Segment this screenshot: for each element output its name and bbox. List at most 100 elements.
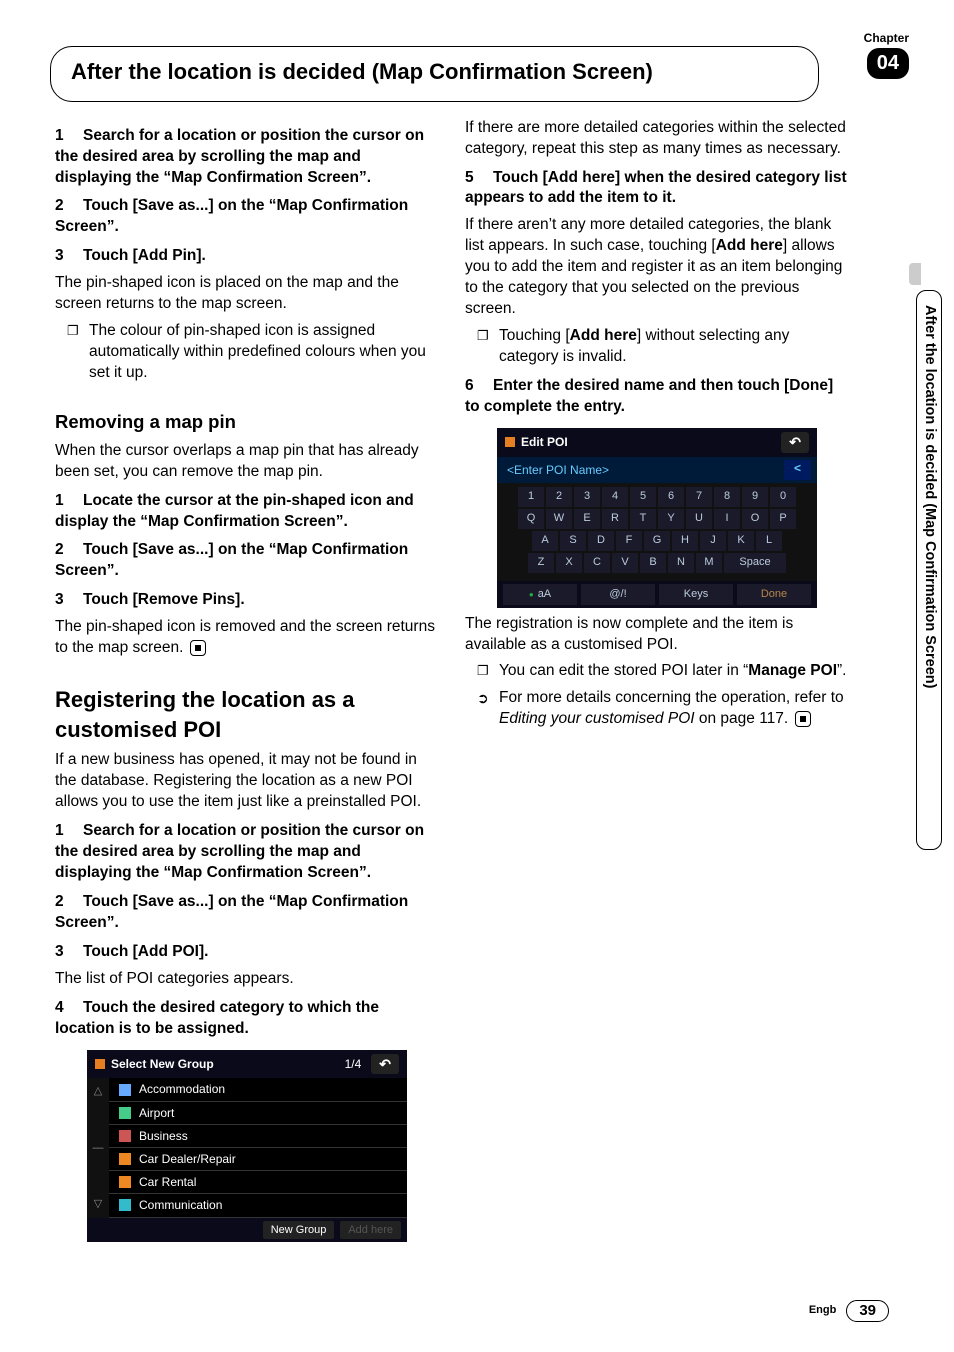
key-Z[interactable]: Z <box>528 553 554 573</box>
app-icon <box>505 437 515 447</box>
done-button[interactable]: Done <box>737 584 811 605</box>
chapter-number-badge: 04 <box>867 48 909 79</box>
remove-step-3-body: The pin-shaped icon is removed and the s… <box>55 617 439 659</box>
key-8[interactable]: 8 <box>714 487 740 507</box>
chapter-label: Chapter 04 <box>864 30 909 79</box>
key-U[interactable]: U <box>686 509 712 529</box>
key-space[interactable]: Space <box>724 553 786 573</box>
reg-step-3-body: The list of POI categories appears. <box>55 969 439 990</box>
key-X[interactable]: X <box>556 553 582 573</box>
keyboard: 1234567890 QWERTYUIOP ASDFGHJKL ZXCVBNMS… <box>497 483 817 581</box>
key-G[interactable]: G <box>644 531 670 551</box>
reg-step-5-body: If there aren’t any more detailed catego… <box>465 215 849 320</box>
kbd-row-1: QWERTYUIOP <box>503 509 811 529</box>
poi-name-input[interactable]: <Enter POI Name> <box>503 460 784 480</box>
key-Y[interactable]: Y <box>658 509 684 529</box>
list-item[interactable]: Car Dealer/Repair <box>109 1148 407 1171</box>
key-S[interactable]: S <box>560 531 586 551</box>
key-6[interactable]: 6 <box>658 487 684 507</box>
heading-removing-pin: Removing a map pin <box>55 410 439 435</box>
reg-step-2: 2Touch [Save as...] on the “Map Confirma… <box>55 892 439 934</box>
key-O[interactable]: O <box>742 509 768 529</box>
new-group-button[interactable]: New Group <box>263 1221 335 1240</box>
key-9[interactable]: 9 <box>742 487 768 507</box>
kbd-row-3: ZXCVBNMSpace <box>503 553 811 573</box>
list-item[interactable]: Airport <box>109 1102 407 1125</box>
back-icon[interactable]: ↶ <box>371 1054 399 1075</box>
back-icon[interactable]: ↶ <box>781 432 809 453</box>
scroll-rail[interactable]: △ — ▽ <box>87 1078 109 1217</box>
after-fig2-text: The registration is now complete and the… <box>465 614 849 656</box>
key-C[interactable]: C <box>584 553 610 573</box>
key-N[interactable]: N <box>668 553 694 573</box>
key-2[interactable]: 2 <box>546 487 572 507</box>
side-tab: After the location is decided (Map Confi… <box>916 290 942 850</box>
key-J[interactable]: J <box>700 531 726 551</box>
reg-step-4: 4Touch the desired category to which the… <box>55 998 439 1040</box>
key-0[interactable]: 0 <box>770 487 796 507</box>
key-I[interactable]: I <box>714 509 740 529</box>
after-fig1-text: If there are more detailed categories wi… <box>465 118 849 160</box>
list-item[interactable]: Communication <box>109 1194 407 1217</box>
heading-register-poi: Registering the location as a customised… <box>55 685 439 744</box>
key-5[interactable]: 5 <box>630 487 656 507</box>
list-item[interactable]: Business <box>109 1125 407 1148</box>
key-K[interactable]: K <box>728 531 754 551</box>
step-1: 1Search for a location or position the c… <box>55 126 439 189</box>
kbd-row-2: ASDFGHJKL <box>503 531 811 551</box>
key-E[interactable]: E <box>574 509 600 529</box>
case-button[interactable]: aA <box>503 584 577 605</box>
page-number: 39 <box>846 1300 889 1322</box>
fig1-page: 1/4 <box>345 1056 362 1072</box>
section-title-box: After the location is decided (Map Confi… <box>50 46 819 102</box>
list-item[interactable]: Accommodation <box>109 1078 407 1101</box>
kbd-row-0: 1234567890 <box>503 487 811 507</box>
key-L[interactable]: L <box>756 531 782 551</box>
remove-step-2: 2Touch [Save as...] on the “Map Confirma… <box>55 540 439 582</box>
fig2-title: Edit POI <box>521 434 781 450</box>
key-4[interactable]: 4 <box>602 487 628 507</box>
reg-step-5: 5Touch [Add here] when the desired categ… <box>465 168 849 210</box>
step-3-note: The colour of pin-shaped icon is assigne… <box>89 321 439 384</box>
key-V[interactable]: V <box>612 553 638 573</box>
step-3-body: The pin-shaped icon is placed on the map… <box>55 273 439 315</box>
end-icon <box>190 640 206 656</box>
reference-note: For more details concerning the operatio… <box>499 688 849 730</box>
language-code: Engb <box>809 1303 837 1318</box>
remove-step-1: 1Locate the cursor at the pin-shaped ico… <box>55 491 439 533</box>
key-A[interactable]: A <box>532 531 558 551</box>
chapter-word: Chapter <box>864 30 909 46</box>
key-P[interactable]: P <box>770 509 796 529</box>
key-D[interactable]: D <box>588 531 614 551</box>
key-1[interactable]: 1 <box>518 487 544 507</box>
manage-poi-note: You can edit the stored POI later in “Ma… <box>499 661 849 682</box>
key-M[interactable]: M <box>696 553 722 573</box>
symbols-button[interactable]: @/! <box>581 584 655 605</box>
figure-edit-poi: Edit POI ↶ <Enter POI Name> < 1234567890… <box>497 428 817 608</box>
list-item[interactable]: Car Rental <box>109 1171 407 1194</box>
key-7[interactable]: 7 <box>686 487 712 507</box>
remove-step-3: 3Touch [Remove Pins]. <box>55 590 439 611</box>
key-B[interactable]: B <box>640 553 666 573</box>
backspace-button[interactable]: < <box>784 460 811 480</box>
key-W[interactable]: W <box>546 509 572 529</box>
page-footer: Engb 39 <box>809 1300 889 1322</box>
key-H[interactable]: H <box>672 531 698 551</box>
category-list: Accommodation Airport Business Car Deale… <box>109 1078 407 1217</box>
key-Q[interactable]: Q <box>518 509 544 529</box>
reg-step-5-note: Touching [Add here] without selecting an… <box>499 326 849 368</box>
reg-step-1: 1Search for a location or position the c… <box>55 821 439 884</box>
app-icon <box>95 1059 105 1069</box>
key-T[interactable]: T <box>630 509 656 529</box>
key-R[interactable]: R <box>602 509 628 529</box>
scroll-down-icon[interactable]: ▽ <box>94 1197 102 1212</box>
key-F[interactable]: F <box>616 531 642 551</box>
section-title: After the location is decided (Map Confi… <box>71 57 798 87</box>
keys-button[interactable]: Keys <box>659 584 733 605</box>
step-3: 3Touch [Add Pin]. <box>55 246 439 267</box>
key-3[interactable]: 3 <box>574 487 600 507</box>
figure-select-new-group: Select New Group 1/4 ↶ △ — ▽ Accommodati… <box>87 1050 407 1243</box>
scroll-up-icon[interactable]: △ <box>94 1084 102 1099</box>
add-here-button[interactable]: Add here <box>340 1221 401 1240</box>
remove-intro: When the cursor overlaps a map pin that … <box>55 441 439 483</box>
